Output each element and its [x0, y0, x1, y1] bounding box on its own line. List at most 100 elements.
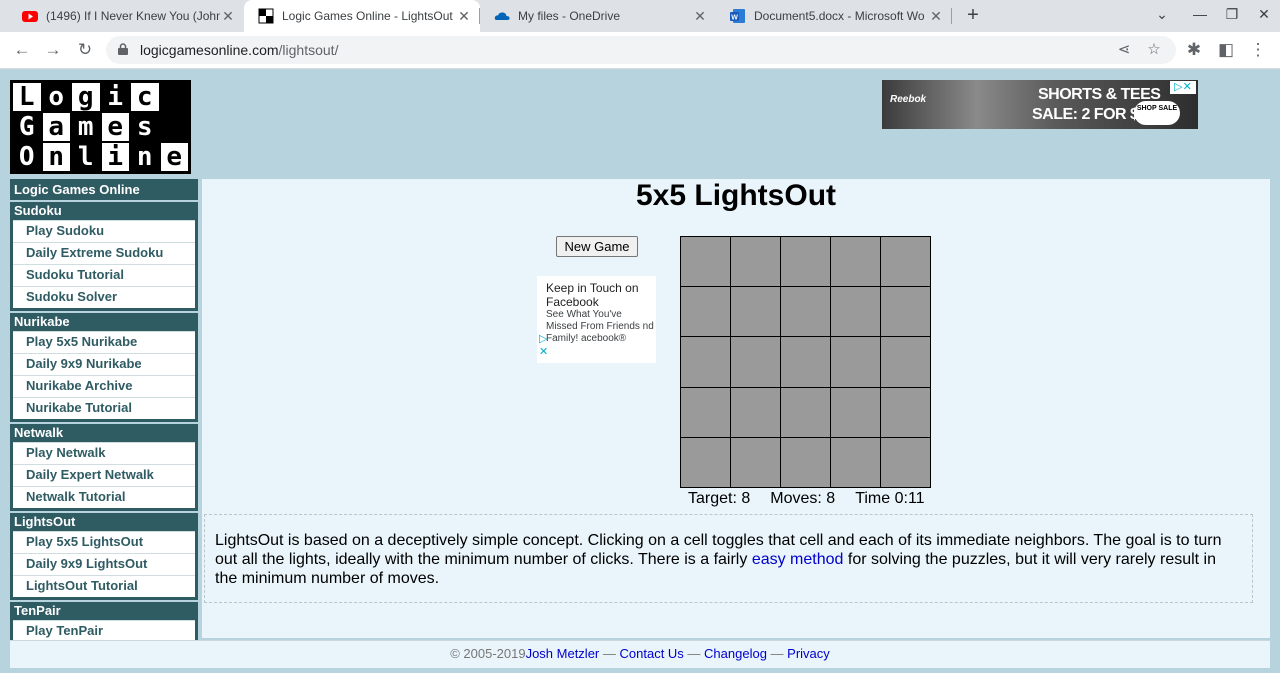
sidebar-item[interactable]: Netwalk Tutorial [13, 486, 195, 508]
logo-letter: G [12, 112, 42, 142]
board-cell[interactable] [681, 237, 730, 287]
restore-icon[interactable]: ❐ [1222, 6, 1242, 23]
board-cell[interactable] [731, 287, 780, 337]
bookmark-star-icon[interactable]: ☆ [1145, 41, 1163, 59]
back-icon[interactable]: ← [12, 40, 32, 60]
sidebar-item[interactable]: Play 5x5 Nurikabe [13, 331, 195, 353]
sidebar-item[interactable]: Nurikabe Tutorial [13, 397, 195, 419]
board-cell[interactable] [881, 387, 930, 437]
target-count: Target: 8 [688, 490, 751, 507]
ad-choices-icon[interactable]: ▷✕ [539, 333, 551, 359]
minimize-icon[interactable]: — [1190, 6, 1210, 22]
extensions-icon[interactable]: ✱ [1184, 40, 1204, 60]
ad-choices-icon[interactable]: ▷✕ [1170, 81, 1196, 94]
onedrive-icon [494, 12, 510, 20]
sidebar-group-title[interactable]: Nurikabe [13, 313, 195, 331]
url-text: logicgamesonline.com/lightsout/ [140, 42, 339, 58]
logo-letter: m [71, 112, 101, 142]
tab-title: (1496) If I Never Knew You (John [46, 9, 220, 23]
sidebar-item[interactable]: Play Netwalk [13, 442, 195, 464]
sidebar-item[interactable]: Sudoku Solver [13, 286, 195, 308]
changelog-link[interactable]: Changelog [704, 646, 767, 661]
tab-onedrive[interactable]: My files - OneDrive ✕ [480, 0, 716, 32]
easy-method-link[interactable]: easy method [752, 551, 844, 568]
board-cell[interactable] [681, 337, 730, 387]
tab-title: My files - OneDrive [518, 9, 621, 23]
tab-lightsout[interactable]: Logic Games Online - LightsOut ✕ [244, 0, 480, 32]
sidebar-item[interactable]: Play TenPair [13, 620, 195, 642]
board-cell[interactable] [781, 387, 830, 437]
new-game-button[interactable]: New Game [556, 236, 638, 257]
close-tab-icon[interactable]: ✕ [456, 8, 472, 25]
new-tab-icon[interactable]: + [962, 4, 984, 26]
close-tab-icon[interactable]: ✕ [692, 8, 708, 25]
board-cell[interactable] [881, 237, 930, 287]
board-cell[interactable] [881, 437, 930, 487]
youtube-icon [22, 11, 38, 22]
board-cell[interactable] [831, 237, 880, 287]
board-cell[interactable] [731, 237, 780, 287]
page-title: 5x5 LightsOut [635, 179, 837, 212]
board-cell[interactable] [781, 287, 830, 337]
board-cell[interactable] [831, 387, 880, 437]
board-cell[interactable] [831, 437, 880, 487]
facebook-ad[interactable]: Keep in Touch on Facebook See What You'v… [537, 276, 656, 363]
tab-strip: (1496) If I Never Knew You (John ✕ Logic… [0, 0, 1280, 32]
close-window-icon[interactable]: ✕ [1254, 6, 1274, 23]
menu-icon[interactable]: ⋮ [1248, 40, 1268, 60]
logo-letter: L [12, 82, 42, 112]
sidebar-group-title[interactable]: Netwalk [13, 424, 195, 442]
sidebar-item[interactable]: Daily 9x9 Nurikabe [13, 353, 195, 375]
board-cell[interactable] [681, 287, 730, 337]
sidebar-item[interactable]: Daily Extreme Sudoku [13, 242, 195, 264]
site-logo[interactable]: LogicGamesOnline [10, 80, 191, 174]
privacy-link[interactable]: Privacy [787, 646, 830, 661]
board-cell[interactable] [881, 287, 930, 337]
logo-letter [159, 112, 189, 142]
board-cell[interactable] [731, 337, 780, 387]
board-cell[interactable] [831, 287, 880, 337]
ad-text: See What You've Missed From Friends nd F… [546, 309, 654, 344]
board-cell[interactable] [731, 437, 780, 487]
sidebar-group-sudoku: Sudoku Play Sudoku Daily Extreme Sudoku Sud… [10, 202, 198, 311]
logo-letter: e [159, 142, 189, 172]
sidebar-item[interactable]: Daily Expert Netwalk [13, 464, 195, 486]
sidebar-item[interactable]: Play Sudoku [13, 220, 195, 242]
board-cell[interactable] [831, 337, 880, 387]
board-cell[interactable] [781, 437, 830, 487]
address-bar[interactable]: logicgamesonline.com/lightsout/ ⋖ ☆ [106, 36, 1176, 64]
tab-youtube[interactable]: (1496) If I Never Knew You (John ✕ [8, 0, 244, 32]
board-cell[interactable] [781, 237, 830, 287]
ad-banner[interactable]: Reebok SHORTS & TEES SALE: 2 FOR $50 SHO… [882, 80, 1198, 129]
board-cell[interactable] [781, 337, 830, 387]
board-cell[interactable] [681, 437, 730, 487]
tab-title: Document5.docx - Microsoft Wo [754, 9, 925, 23]
tab-word[interactable]: W Document5.docx - Microsoft Wo ✕ [716, 0, 952, 32]
sidebar-group-title[interactable]: Sudoku [13, 202, 195, 220]
close-tab-icon[interactable]: ✕ [928, 8, 944, 25]
lock-icon[interactable] [118, 43, 128, 55]
move-count: Moves: 8 [770, 490, 836, 507]
sidebar-item[interactable]: Nurikabe Archive [13, 375, 195, 397]
sidebar-group-title[interactable]: TenPair [13, 602, 195, 620]
sidebar-item[interactable]: Play 5x5 LightsOut [13, 531, 195, 553]
sidebar-group-title[interactable]: LightsOut [13, 513, 195, 531]
ad-shop-button[interactable]: SHOP SALE [1134, 101, 1180, 125]
forward-icon[interactable]: → [43, 40, 63, 60]
close-tab-icon[interactable]: ✕ [220, 8, 236, 25]
board-cell[interactable] [881, 337, 930, 387]
tab-search-icon[interactable]: ⌄ [1152, 6, 1172, 23]
board-cell[interactable] [731, 387, 780, 437]
sidebar-group-lightsout: LightsOut Play 5x5 LightsOut Daily 9x9 Lig… [10, 513, 198, 600]
side-panel-icon[interactable]: ◧ [1216, 40, 1236, 60]
sidebar-home-link[interactable]: Logic Games Online [10, 179, 198, 200]
sidebar-item[interactable]: LightsOut Tutorial [13, 575, 195, 597]
board-cell[interactable] [681, 387, 730, 437]
word-icon: W [730, 9, 745, 23]
author-link[interactable]: Josh Metzler [526, 646, 600, 661]
contact-link[interactable]: Contact Us [620, 646, 684, 661]
share-icon[interactable]: ⋖ [1115, 41, 1133, 59]
sidebar-item[interactable]: Sudoku Tutorial [13, 264, 195, 286]
sidebar-item[interactable]: Daily 9x9 LightsOut [13, 553, 195, 575]
reload-icon[interactable]: ↻ [75, 40, 95, 60]
